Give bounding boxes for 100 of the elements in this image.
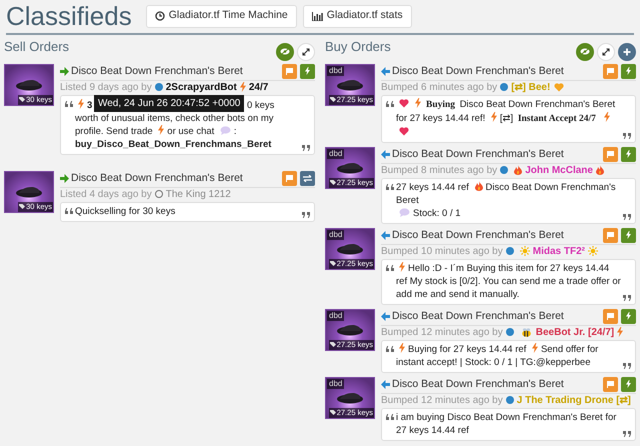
tag-icon bbox=[330, 261, 336, 266]
beret-drawing bbox=[15, 78, 43, 90]
report-button[interactable] bbox=[603, 64, 618, 78]
listing-time: Listed 9 days ago by bbox=[60, 80, 152, 94]
header-button[interactable]: Gladiator.tf Time Machine bbox=[146, 4, 297, 28]
expand-button[interactable] bbox=[297, 42, 315, 60]
header-button[interactable]: Gladiator.tf stats bbox=[302, 4, 412, 28]
listing-title-link[interactable]: Disco Beat Down Frenchman's Beret bbox=[381, 310, 564, 322]
date-tooltip: Wed, 24 Jun 26 20:47:52 +0000 bbox=[94, 94, 244, 112]
lightning-icon bbox=[626, 380, 631, 388]
expand-icon bbox=[302, 48, 310, 56]
trade-offer-button[interactable] bbox=[300, 170, 315, 186]
lightning-icon bbox=[490, 112, 497, 122]
listing-title-link[interactable]: Disco Beat Down Frenchman's Beret bbox=[381, 228, 564, 242]
hide-button[interactable] bbox=[276, 42, 294, 60]
instant-trade-button[interactable] bbox=[621, 146, 636, 162]
close-quote-icon bbox=[302, 144, 310, 150]
beret-drawing bbox=[15, 186, 43, 198]
sun-icon bbox=[520, 246, 530, 256]
listing-title-link[interactable]: Disco Beat Down Frenchman's Beret bbox=[381, 378, 564, 390]
item-tag: dbd bbox=[327, 378, 344, 388]
heart-icon bbox=[399, 98, 409, 108]
user-link[interactable]: Midas TF2² bbox=[516, 244, 601, 258]
lightning-icon bbox=[158, 124, 164, 134]
listing-title-link[interactable]: Disco Beat Down Frenchman's Beret bbox=[381, 64, 564, 78]
message-text: 27 keys 14.44 ref Disco Beat Down Frenchman's Beret Stock: 0 / 1 bbox=[396, 180, 617, 220]
bee-icon bbox=[520, 328, 532, 336]
plus-icon bbox=[623, 48, 631, 56]
lightning-icon bbox=[626, 150, 631, 158]
report-button[interactable] bbox=[282, 170, 297, 186]
lightning-icon bbox=[78, 98, 84, 108]
close-quote-icon bbox=[302, 212, 310, 218]
beret-drawing bbox=[336, 242, 364, 254]
lightning-icon bbox=[240, 82, 246, 92]
listing-time: Bumped 10 minutes ago by bbox=[381, 244, 503, 258]
listing-title-link[interactable]: Disco Beat Down Frenchman's Beret bbox=[60, 64, 243, 78]
report-button[interactable] bbox=[603, 376, 618, 392]
speech-bubble-icon bbox=[399, 208, 410, 216]
heart-icon bbox=[554, 82, 564, 92]
instant-trade-button[interactable] bbox=[621, 376, 636, 392]
open-quote-icon bbox=[386, 346, 394, 352]
tag-icon bbox=[330, 410, 336, 415]
flag-icon bbox=[607, 68, 614, 74]
lightning-icon bbox=[532, 342, 538, 352]
report-button[interactable] bbox=[282, 64, 297, 78]
close-quote-icon bbox=[623, 362, 631, 368]
beret-drawing bbox=[336, 324, 364, 336]
listing-title-link[interactable]: Disco Beat Down Frenchman's Beret bbox=[381, 148, 564, 160]
swap-icon bbox=[303, 174, 312, 182]
tag-icon bbox=[330, 97, 336, 102]
listing-title-link[interactable]: Disco Beat Down Frenchman's Beret bbox=[60, 172, 243, 184]
instant-trade-button[interactable] bbox=[621, 64, 636, 78]
listing-time: Bumped 8 minutes ago by bbox=[381, 164, 498, 176]
close-quote-icon bbox=[623, 214, 631, 220]
user-link[interactable]: 2ScrapyardBot 24/7 bbox=[166, 80, 268, 94]
report-button[interactable] bbox=[603, 228, 618, 242]
user-link[interactable]: BeeBot Jr. [24/7] bbox=[516, 326, 626, 338]
expand-icon bbox=[602, 48, 610, 56]
sun-icon bbox=[588, 246, 598, 256]
open-quote-icon bbox=[386, 414, 394, 420]
message-text: Buying Disco Beat Down Frenchman's Beret for 27 keys 14.44 ref! [⇄] Instant Accept 24/7 bbox=[396, 98, 621, 138]
listing-time: Listed 4 days ago by bbox=[60, 188, 152, 200]
item-tag: dbd bbox=[327, 66, 344, 76]
instant-trade-button[interactable] bbox=[621, 228, 636, 242]
left-arrow-icon bbox=[381, 66, 390, 76]
tag-icon bbox=[330, 342, 336, 347]
lightning-icon bbox=[399, 342, 405, 352]
close-quote-icon bbox=[623, 294, 631, 300]
eye-slash-icon bbox=[280, 48, 290, 55]
expand-button[interactable] bbox=[597, 42, 615, 60]
tag-icon bbox=[19, 204, 26, 209]
report-button[interactable] bbox=[603, 146, 618, 162]
close-quote-icon bbox=[623, 132, 631, 138]
flag-icon bbox=[286, 68, 293, 74]
right-arrow-icon bbox=[60, 66, 69, 76]
add-button[interactable] bbox=[618, 42, 636, 60]
bar-chart-icon bbox=[312, 12, 323, 20]
flag-icon bbox=[607, 312, 614, 320]
user-link[interactable]: John McClane bbox=[511, 164, 607, 176]
instant-trade-button[interactable] bbox=[621, 308, 636, 324]
beret-drawing bbox=[336, 392, 364, 404]
left-arrow-icon bbox=[381, 230, 390, 240]
open-quote-icon bbox=[65, 100, 73, 106]
open-quote-icon bbox=[386, 100, 394, 106]
listing-time: Bumped 12 minutes ago by bbox=[381, 326, 503, 338]
flag-icon bbox=[607, 150, 614, 158]
item-tag: dbd bbox=[327, 148, 344, 158]
message-text: Quickselling for 30 keys bbox=[75, 204, 176, 218]
page-title: Classifieds bbox=[6, 2, 132, 30]
hide-button[interactable] bbox=[576, 42, 594, 60]
listing-time: Bumped 12 minutes ago by bbox=[381, 394, 503, 406]
lightning-icon bbox=[415, 98, 421, 108]
report-button[interactable] bbox=[603, 308, 618, 324]
tag-icon bbox=[330, 180, 336, 185]
instant-trade-button[interactable] bbox=[300, 64, 315, 78]
left-arrow-icon bbox=[381, 312, 390, 320]
item-tag: dbd bbox=[327, 230, 344, 240]
lightning-icon bbox=[604, 112, 610, 122]
flame-icon bbox=[514, 165, 522, 175]
lightning-icon bbox=[305, 67, 310, 75]
